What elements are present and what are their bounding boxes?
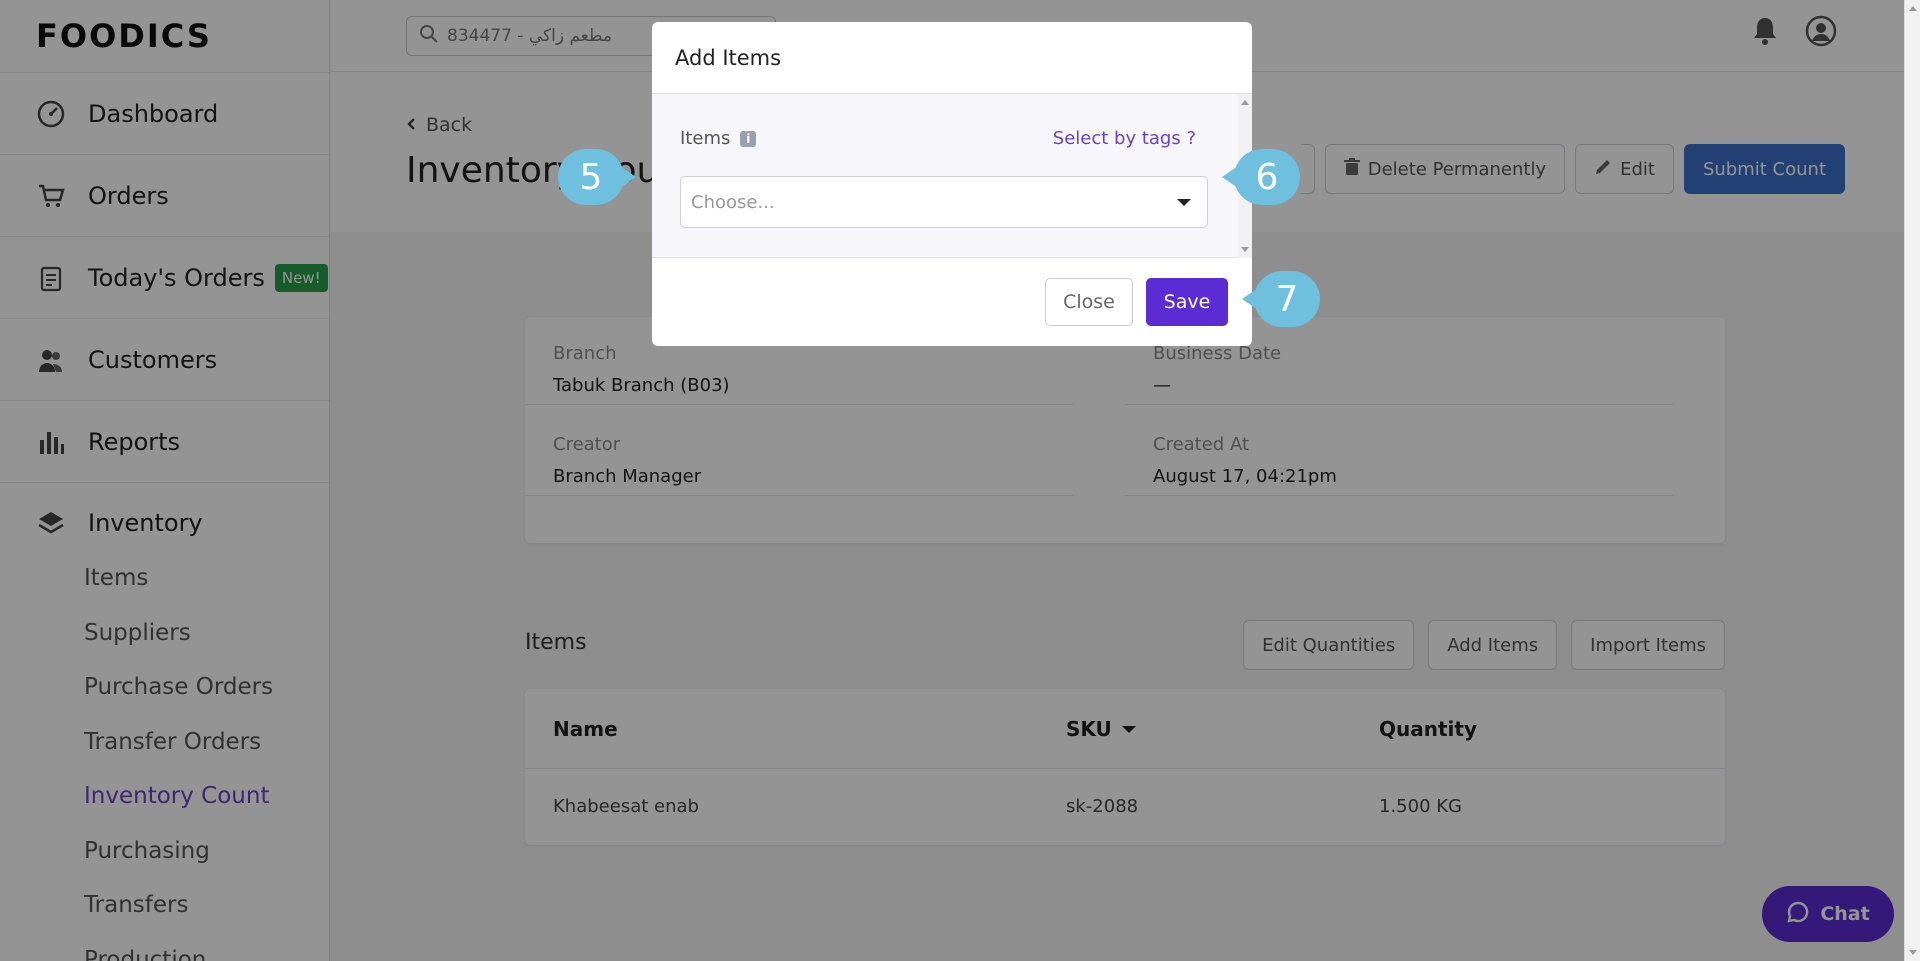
close-button[interactable]: Close [1045, 278, 1133, 326]
save-button[interactable]: Save [1146, 278, 1228, 326]
info-icon[interactable]: i [740, 130, 757, 147]
window-scrollbar[interactable] [1904, 0, 1920, 961]
items-field-label: Items i [680, 128, 757, 149]
callout-7: 7 [1242, 271, 1320, 327]
modal-body: Items i Select by tags ? Choose... [652, 94, 1238, 258]
select-by-tags-link[interactable]: Select by tags ? [1053, 128, 1196, 149]
scroll-up-arrow-icon[interactable] [1909, 6, 1917, 11]
callout-6: 6 [1222, 149, 1300, 205]
scroll-up-arrow-icon[interactable] [1241, 100, 1249, 105]
select-placeholder: Choose... [691, 191, 775, 213]
chevron-down-icon [1177, 199, 1191, 206]
items-label-text: Items [680, 128, 731, 149]
scroll-down-arrow-icon[interactable] [1241, 247, 1249, 252]
items-select[interactable]: Choose... [680, 176, 1208, 228]
modal-title: Add Items [652, 22, 1252, 94]
add-items-modal: Add Items Items i Select by tags ? Choos… [652, 22, 1252, 346]
callout-5: 5 [558, 149, 636, 205]
scroll-down-arrow-icon[interactable] [1909, 950, 1917, 955]
